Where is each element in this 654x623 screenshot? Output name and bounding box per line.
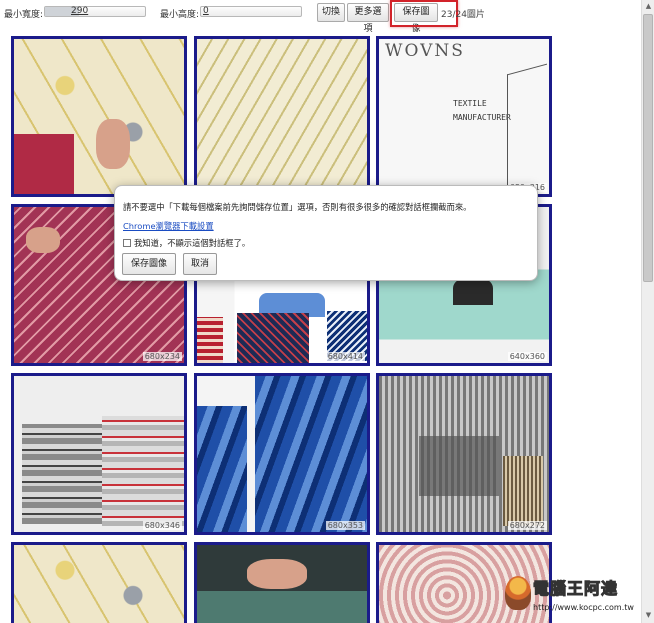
fabric-shape	[102, 416, 184, 526]
image-thumbnail	[197, 39, 367, 194]
image-thumbnail	[14, 545, 184, 623]
scarf-shape	[197, 406, 247, 532]
watermark-title: 電腦王阿達	[532, 579, 619, 599]
image-tile[interactable]: 680x272	[376, 373, 552, 535]
image-dimensions: 680x414	[325, 352, 365, 361]
toolbar: 最小寬度: 290 最小高度: 0 切換 更多選項 保存圖像 23/24圖片	[0, 0, 654, 34]
min-width-value: 290	[71, 6, 89, 16]
image-tile[interactable]: 680x353	[194, 373, 370, 535]
image-tile[interactable]	[11, 36, 187, 197]
image-tile[interactable]: 680x346	[11, 373, 187, 535]
image-tile[interactable]: WOVNS TEXTILE MANUFACTURER 680x316	[376, 36, 552, 197]
image-dimensions: 640x360	[507, 352, 547, 361]
checkbox-icon[interactable]	[123, 239, 131, 247]
building-sketch	[507, 63, 547, 194]
wovns-caption: TEXTILE MANUFACTURER	[453, 97, 511, 125]
toggle-button[interactable]: 切換	[317, 3, 345, 22]
image-dimensions: 680x353	[325, 521, 365, 530]
pillow-shape	[237, 313, 309, 363]
download-settings-link[interactable]: Chrome瀏覽器下載設置	[123, 220, 214, 232]
image-dimensions: 680x234	[142, 352, 182, 361]
min-height-label: 最小高度:	[160, 10, 200, 20]
image-dimensions: 680x272	[507, 521, 547, 530]
more-options-button[interactable]: 更多選項	[347, 3, 389, 34]
min-width-label: 最小寬度:	[4, 10, 44, 20]
person-shape	[453, 277, 493, 305]
watermark: 電腦王阿達 http://www.kocpc.com.tw	[503, 572, 645, 616]
min-height-slider[interactable]: 0	[200, 6, 302, 17]
hand-shape	[96, 119, 130, 169]
image-tile[interactable]	[11, 542, 187, 623]
hand-shape	[247, 559, 307, 589]
checkbox-label: 我知道，不顯示這個對話框了。	[134, 238, 251, 248]
pillow-shape	[197, 317, 223, 363]
min-height-value: 0	[203, 6, 209, 16]
watermark-url: http://www.kocpc.com.tw	[533, 603, 634, 612]
save-dialog: 請不要選中「下載每個檔案前先詢問儲存位置」選項，否則有很多很多的確認對話框攔截而…	[114, 185, 538, 281]
scroll-thumb[interactable]	[643, 14, 653, 282]
fabric-shape	[22, 424, 102, 524]
scarf-shape	[255, 376, 367, 532]
image-dimensions: 680x346	[142, 521, 182, 530]
scroll-up-icon[interactable]: ▲	[643, 1, 654, 12]
wovns-caption-line: MANUFACTURER	[453, 113, 511, 122]
dialog-cancel-button[interactable]: 取消	[183, 253, 217, 275]
min-width-slider[interactable]: 290	[44, 6, 146, 17]
dont-show-again-checkbox[interactable]: 我知道，不顯示這個對話框了。	[123, 237, 250, 249]
dialog-message: 請不要選中「下載每個檔案前先詢問儲存位置」選項，否則有很多很多的確認對話框攔截而…	[123, 202, 472, 212]
mascot-icon	[505, 576, 531, 610]
fabric-shape	[14, 134, 74, 194]
image-tile[interactable]	[194, 542, 370, 623]
image-tile[interactable]	[194, 36, 370, 197]
loom-shape	[419, 436, 499, 496]
wovns-logo-text: WOVNS	[385, 41, 465, 61]
scrollbar[interactable]: ▲ ▼	[641, 0, 654, 623]
hand-shape	[26, 227, 60, 253]
dialog-save-button[interactable]: 保存圖像	[122, 253, 176, 275]
image-count: 23/24圖片	[441, 10, 485, 20]
loom-shape	[503, 456, 543, 526]
wovns-caption-line: TEXTILE	[453, 99, 487, 108]
